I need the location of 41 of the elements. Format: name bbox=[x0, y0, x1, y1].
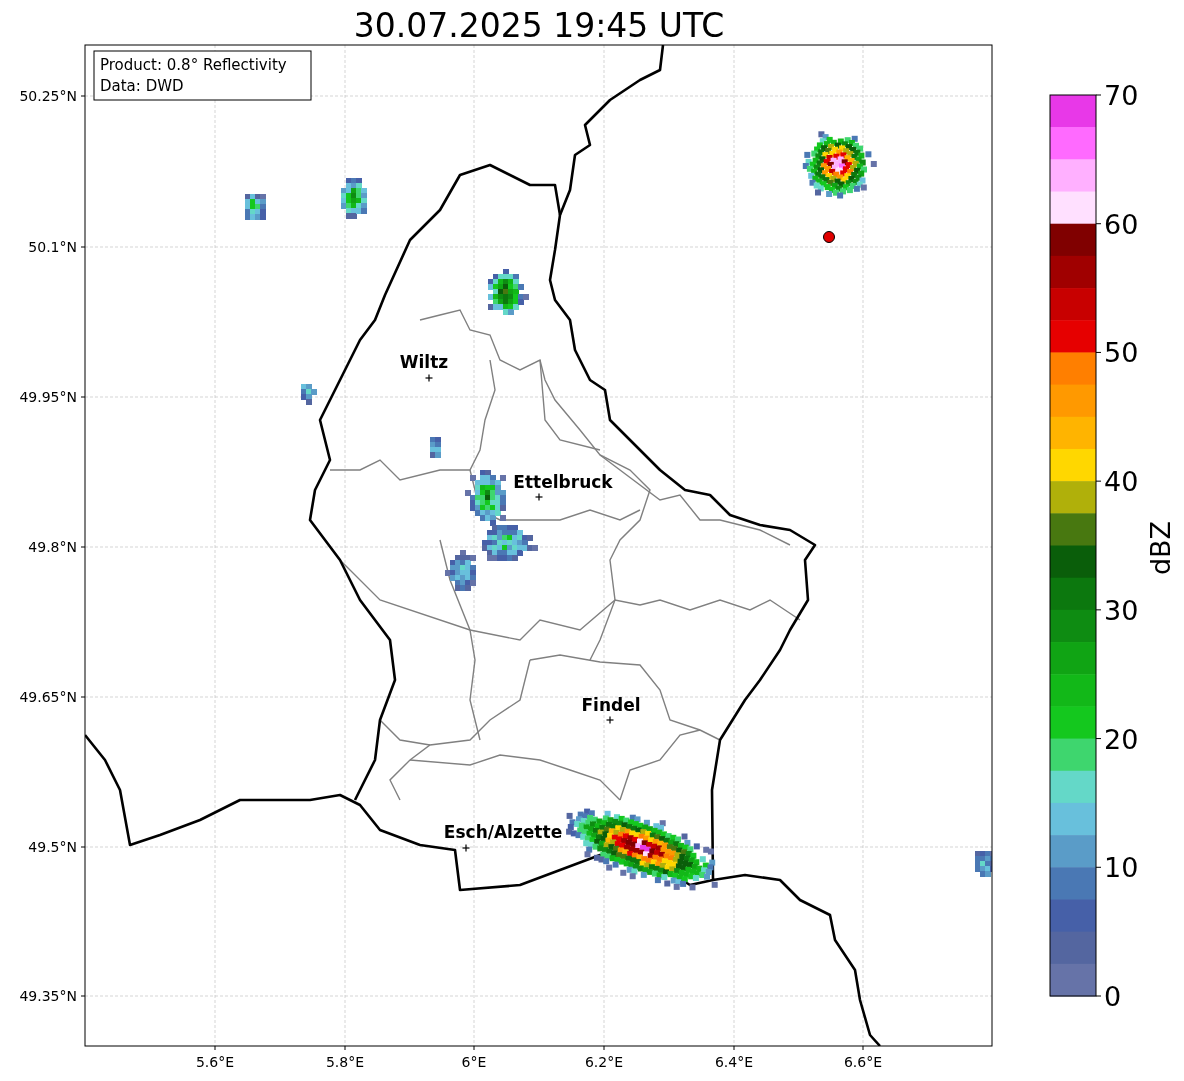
city-marker-icon bbox=[534, 492, 544, 502]
colorbar-tick-label: 30 bbox=[1104, 594, 1139, 626]
longitude-label: 5.8°E bbox=[325, 1054, 365, 1070]
radar-echo bbox=[975, 851, 992, 877]
longitude-label: 6.6°E bbox=[843, 1054, 883, 1070]
colorbar-tick-label: 0 bbox=[1104, 981, 1122, 1012]
colorbar-tick-label: 10 bbox=[1104, 852, 1139, 884]
longitude-label: 6.4°E bbox=[714, 1054, 754, 1070]
city-marker-icon bbox=[605, 715, 615, 725]
city-label: Findel bbox=[581, 695, 641, 715]
colorbar-label: dBZ bbox=[1145, 520, 1176, 576]
latitude-label: 50.1°N bbox=[28, 239, 77, 255]
info-text: Data: DWD bbox=[100, 77, 184, 95]
latitude-label: 49.5°N bbox=[28, 839, 77, 855]
colorbar-tick-label: 40 bbox=[1104, 466, 1139, 498]
colorbar-tick-label: 50 bbox=[1104, 337, 1139, 369]
longitude-label: 6°E bbox=[461, 1054, 487, 1070]
latitude-label: 49.95°N bbox=[19, 389, 77, 405]
latitude-label: 50.25°N bbox=[19, 88, 77, 104]
colorbar-tick-label: 70 bbox=[1104, 80, 1139, 111]
city-marker-icon bbox=[424, 373, 434, 383]
radar-echo bbox=[488, 269, 529, 315]
colorbar-tick-label: 60 bbox=[1104, 208, 1139, 240]
radar-echo bbox=[341, 178, 367, 219]
city-label: Ettelbruck bbox=[513, 472, 613, 492]
colorbar-tick-label: 20 bbox=[1104, 723, 1139, 755]
city-label: Wiltz bbox=[399, 352, 449, 372]
latitude-label: 49.35°N bbox=[19, 988, 77, 1004]
info-text: Product: 0.8° Reflectivity bbox=[100, 56, 287, 74]
city-marker-icon bbox=[461, 843, 471, 853]
radar-echo bbox=[301, 384, 317, 405]
longitude-label: 5.6°E bbox=[195, 1054, 235, 1070]
location-marker-icon bbox=[823, 231, 835, 243]
longitude-label: 6.2°E bbox=[584, 1054, 624, 1070]
latitude-label: 49.65°N bbox=[19, 689, 77, 705]
latitude-label: 49.8°N bbox=[28, 539, 77, 555]
radar-echo bbox=[245, 194, 266, 220]
chart-title: 30.07.2025 19:45 UTC bbox=[353, 6, 725, 45]
radar-echo bbox=[445, 550, 476, 591]
radar-echo bbox=[430, 437, 441, 458]
city-label: Esch/Alzette bbox=[443, 822, 563, 842]
